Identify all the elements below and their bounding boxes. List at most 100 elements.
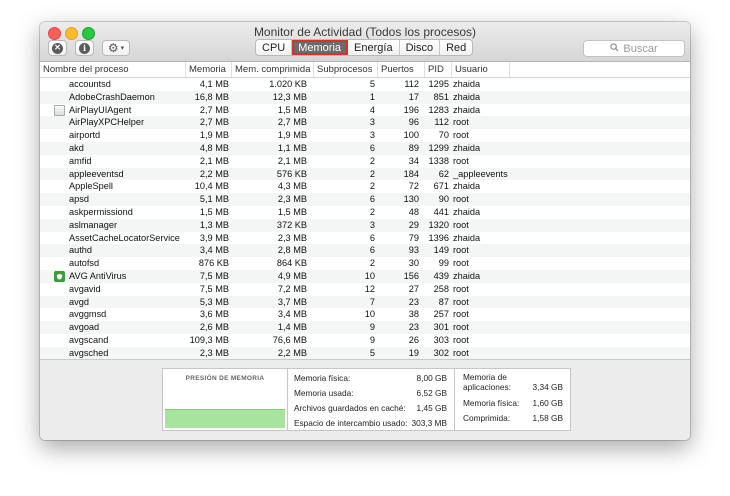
table-row[interactable]: airportd 1,9 MB 1,9 MB 3 100 70 root [40, 129, 690, 142]
tab-cpu[interactable]: CPU [256, 40, 293, 55]
table-row[interactable]: avgavid 7,5 MB 7,2 MB 12 27 258 root [40, 283, 690, 296]
process-name: avgsched [69, 347, 109, 358]
process-pid: 112 [434, 117, 449, 128]
table-row[interactable]: AVG AntiVirus 7,5 MB 4,9 MB 10 156 439 zhaida [40, 269, 690, 283]
process-name: AdobeCrashDaemon [69, 91, 155, 102]
memory-pressure-graph [165, 409, 285, 428]
process-threads: 2 [369, 206, 375, 217]
process-memory: 7,5 MB [199, 270, 229, 281]
tab-energia[interactable]: Energía [348, 40, 400, 55]
process-name: autofsd [69, 258, 100, 269]
process-name: AirPlayUIAgent [69, 104, 132, 115]
memory-pressure-box: PRESIÓN DE MEMORIA [162, 368, 288, 431]
memory-pressure-title: PRESIÓN DE MEMORIA [185, 375, 265, 382]
process-threads: 3 [369, 219, 375, 230]
process-pid: 257 [433, 309, 449, 320]
process-pid: 1283 [428, 104, 449, 115]
process-user: root [453, 245, 469, 256]
inspect-process-button[interactable]: i [75, 40, 94, 56]
table-row[interactable]: askpermissiond 1,5 MB 1,5 MB 2 48 441 zhaida [40, 206, 690, 219]
table-row[interactable]: autofsd 876 KB 864 KB 2 30 99 root [40, 257, 690, 270]
process-pid: 301 [433, 322, 449, 333]
process-name: AVG AntiVirus [69, 270, 127, 281]
column-header-name[interactable]: Nombre del proceso [40, 62, 185, 77]
process-pid: 851 [433, 91, 449, 102]
process-user: root [453, 334, 469, 345]
process-compressed-memory: 2,7 MB [277, 117, 307, 128]
process-memory: 1,5 MB [199, 206, 229, 217]
process-compressed-memory: 3,7 MB [277, 296, 307, 307]
process-ports: 100 [403, 130, 419, 141]
table-row[interactable]: AdobeCrashDaemon 16,8 MB 12,3 MB 1 17 851 zhai… [40, 90, 690, 104]
table-row[interactable]: AirPlayUIAgent 2,7 MB 1,5 MB 4 196 1283 zhaida [40, 104, 690, 117]
process-memory: 2,6 MB [199, 322, 229, 333]
column-header-memory[interactable]: Memoria [185, 62, 231, 77]
process-ports: 17 [408, 91, 419, 102]
table-row[interactable]: avgscand 109,3 MB 76,6 MB 9 26 303 root [40, 334, 690, 347]
process-ports: 196 [403, 104, 419, 115]
column-header-user[interactable]: Usuario [451, 62, 509, 77]
process-memory: 2,7 MB [199, 104, 229, 115]
process-threads: 10 [364, 309, 375, 320]
tab-memoria[interactable]: Memoria [292, 40, 349, 55]
process-compressed-memory: 2,8 MB [277, 245, 307, 256]
stat-value-cached-files: 1,45 GB [416, 403, 447, 413]
process-threads: 4 [369, 104, 375, 115]
category-tabs: CPU Memoria Energía Disco Red [255, 39, 474, 56]
table-row[interactable]: avgoad 2,6 MB 1,4 MB 9 23 301 root [40, 321, 690, 334]
table-row[interactable]: AssetCacheLocatorService 3,9 MB 2,3 MB 6 79 1… [40, 232, 690, 245]
process-threads: 1 [369, 91, 375, 102]
search-icon [610, 42, 619, 55]
process-pid: 441 [433, 206, 449, 217]
column-header-compressed[interactable]: Mem. comprimida [231, 62, 313, 77]
table-row[interactable]: avggmsd 3,6 MB 3,4 MB 10 38 257 root [40, 308, 690, 321]
table-row[interactable]: amfid 2,1 MB 2,1 MB 2 34 1338 root [40, 155, 690, 168]
column-header-ports[interactable]: Puertos [377, 62, 424, 77]
process-name: avgoad [69, 322, 100, 333]
process-list: accountsd 4,1 MB 1.020 KB 5 112 1295 zhaida Ado… [40, 78, 690, 360]
table-row[interactable]: authd 3,4 MB 2,8 MB 6 93 149 root [40, 244, 690, 258]
gear-icon: ⚙ [107, 41, 119, 55]
process-pid: 1320 [428, 219, 449, 230]
tab-disco[interactable]: Disco [400, 40, 441, 55]
process-compressed-memory: 1,1 MB [277, 142, 307, 153]
process-compressed-memory: 4,9 MB [277, 270, 307, 281]
table-row[interactable]: avgsched 2,3 MB 2,2 MB 5 19 302 root [40, 346, 690, 360]
table-row[interactable]: AirPlayXPCHelper 2,7 MB 2,7 MB 3 96 112 root [40, 116, 690, 130]
table-row[interactable]: AppleSpell 10,4 MB 4,3 MB 2 72 671 zhaida [40, 180, 690, 193]
process-threads: 3 [369, 130, 375, 141]
actions-menu-button[interactable]: ⚙ ▾ [102, 40, 130, 56]
table-row[interactable]: akd 4,8 MB 1,1 MB 6 89 1299 zhaida [40, 141, 690, 155]
process-memory: 4,1 MB [199, 79, 229, 89]
process-name: AppleSpell [69, 181, 113, 192]
process-pid: 1338 [428, 155, 449, 166]
table-row[interactable]: avgd 5,3 MB 3,7 MB 7 23 87 root [40, 295, 690, 309]
table-row[interactable]: appleeventsd 2,2 MB 576 KB 2 184 62 _appleeven… [40, 167, 690, 181]
table-row[interactable]: aslmanager 1,3 MB 372 KB 3 29 1320 root [40, 218, 690, 232]
table-row[interactable]: accountsd 4,1 MB 1.020 KB 5 112 1295 zhaida [40, 78, 690, 91]
process-memory: 3,9 MB [199, 232, 229, 243]
process-memory: 5,3 MB [199, 296, 229, 307]
tab-red[interactable]: Red [440, 40, 472, 55]
process-user: root [453, 130, 469, 141]
memory-stats-right: Memoria de aplicaciones: 3,34 GB Memoria… [454, 368, 571, 431]
column-header-pid[interactable]: PID [424, 62, 451, 77]
stat-label-swap-used: Espacio de intercambio usado: [294, 418, 408, 428]
stop-process-button[interactable]: ✕ [48, 40, 67, 56]
process-user: root [453, 155, 469, 166]
stat-label-physical-memory: Memoria física: [294, 373, 351, 383]
process-threads: 6 [369, 142, 375, 153]
process-ports: 27 [408, 283, 419, 294]
process-pid: 1295 [428, 79, 449, 89]
process-compressed-memory: 4,3 MB [277, 181, 307, 192]
table-row[interactable]: apsd 5,1 MB 2,3 MB 6 130 90 root [40, 193, 690, 206]
process-name: avgd [69, 296, 89, 307]
process-ports: 130 [403, 194, 419, 205]
process-pid: 671 [433, 181, 449, 192]
stat-label-cached-files: Archivos guardados en caché: [294, 403, 406, 413]
process-compressed-memory: 76,6 MB [272, 334, 307, 345]
process-pid: 258 [433, 283, 449, 294]
process-name: avgscand [69, 334, 109, 345]
search-input[interactable]: Buscar [583, 40, 685, 57]
column-header-threads[interactable]: Subprocesos [313, 62, 377, 77]
